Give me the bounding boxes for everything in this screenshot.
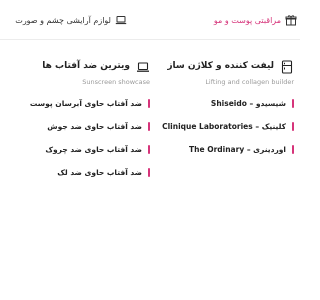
menu-item-sunscreen-anti-acne[interactable]: ضد آفتاب حاوی ضد جوش [16, 121, 150, 132]
column-item-list: ضد آفتاب حاوی آبرسان پوست ضد آفتاب حاوی … [16, 98, 150, 178]
menu-item-label: ضد آفتاب حاوی ضد لک [57, 168, 142, 177]
menu-item-shiseido[interactable]: شیسیدو – Shiseido [160, 98, 294, 109]
menu-item-clinique[interactable]: کلینیک – Clinique Laboratories [160, 121, 294, 132]
menu-item-sunscreen-anti-spot[interactable]: ضد آفتاب حاوی ضد لک [16, 167, 150, 178]
column-subtitle: Sunscreen showcase [82, 78, 150, 86]
column-title: ویترین ضد آفتاب ها [42, 61, 130, 71]
menu-item-label: شیسیدو – Shiseido [210, 99, 286, 108]
accent-bar [148, 99, 150, 108]
menu-column-sunscreen-showcase: ویترین ضد آفتاب ها Sunscreen showcase ضد… [16, 57, 150, 194]
accent-bar [148, 168, 150, 177]
menu-column-lifting-collagen: لیفت کننده و کلاژن ساز Lifting and colla… [160, 57, 294, 171]
column-item-list: شیسیدو – Shiseido کلینیک – Clinique Labo… [160, 98, 294, 155]
accent-bar [292, 99, 294, 108]
accent-bar [148, 122, 150, 131]
column-header[interactable]: لیفت کننده و کلاژن ساز [160, 57, 294, 75]
menu-item-label: ضد آفتاب حاوی آبرسان پوست [29, 99, 142, 108]
tab-eye-face-makeup[interactable]: لوازم آرایشی چشم و صورت [15, 10, 127, 30]
menu-item-sunscreen-hydrating[interactable]: ضد آفتاب حاوی آبرسان پوست [16, 98, 150, 109]
menu-item-label: ضد آفتاب حاوی ضد جوش [47, 122, 142, 131]
laptop-icon [115, 14, 127, 26]
accent-bar [148, 145, 150, 154]
category-tab-bar: مراقبتی پوست و مو لوازم آرایشی چشم و صور… [0, 0, 300, 40]
column-title: لیفت کننده و کلاژن ساز [167, 61, 274, 71]
gift-box-icon [285, 14, 297, 26]
column-subtitle: Lifting and collagen builder [205, 78, 294, 86]
menu-item-sunscreen-anti-wrinkle[interactable]: ضد آفتاب حاوی ضد چروک [16, 144, 150, 155]
tab-skin-hair-care-label: مراقبتی پوست و مو [213, 15, 281, 25]
accent-bar [292, 145, 294, 154]
menu-item-label: اوردینری – The Ordinary [189, 145, 286, 154]
tab-skin-hair-care[interactable]: مراقبتی پوست و مو [214, 10, 297, 30]
menu-item-label: ضد آفتاب حاوی ضد چروک [45, 145, 142, 154]
accent-bar [292, 122, 294, 131]
refrigerator-icon [280, 59, 294, 74]
menu-item-label: کلینیک – Clinique Laboratories [162, 122, 286, 131]
mega-menu-panel: لیفت کننده و کلاژن ساز Lifting and colla… [0, 40, 300, 300]
menu-item-the-ordinary[interactable]: اوردینری – The Ordinary [160, 144, 294, 155]
column-header[interactable]: ویترین ضد آفتاب ها [16, 57, 150, 75]
laptop-icon [136, 59, 150, 73]
tab-eye-face-makeup-label: لوازم آرایشی چشم و صورت [15, 15, 111, 25]
